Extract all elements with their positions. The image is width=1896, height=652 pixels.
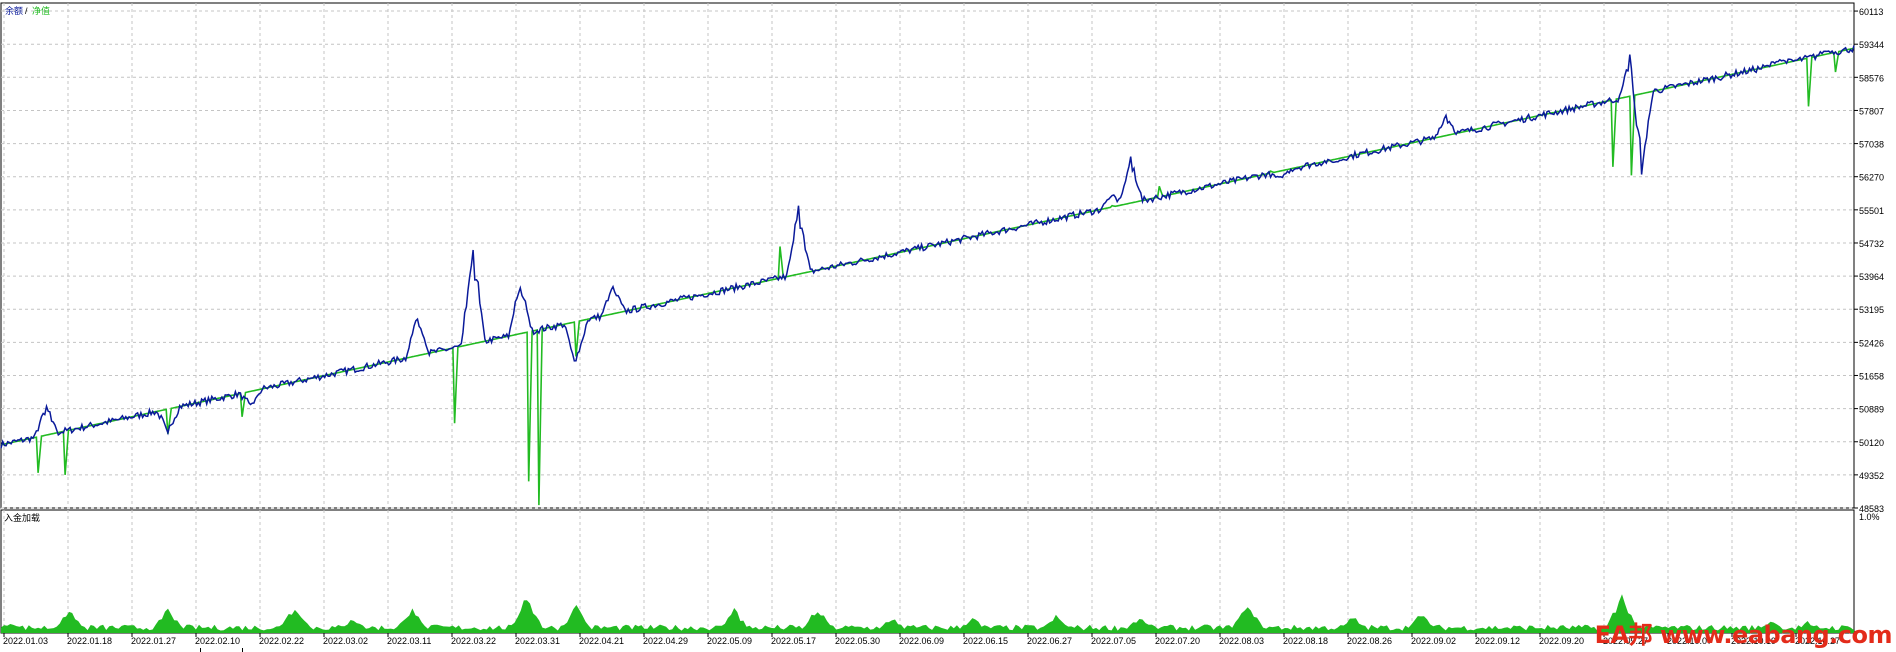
- indicator-max-label: 1.0%: [1859, 512, 1880, 522]
- x-tick-label: 2022.01.03: [3, 636, 48, 646]
- x-tick-label: 2022.08.03: [1219, 636, 1264, 646]
- y-tick-label: 57807: [1859, 106, 1884, 116]
- y-tick-label: 58576: [1859, 73, 1884, 83]
- x-tick-label: 2022.02.10: [195, 636, 240, 646]
- watermark-text: EA邦 www.eabang.com: [1594, 621, 1893, 649]
- x-tick-label: 2022.08.18: [1283, 636, 1328, 646]
- y-tick-label: 51658: [1859, 371, 1884, 381]
- x-tick-label: 2022.03.02: [323, 636, 368, 646]
- y-tick-label: 54732: [1859, 239, 1884, 249]
- x-tick-label: 2022.06.15: [963, 636, 1008, 646]
- y-tick-label: 52426: [1859, 338, 1884, 348]
- y-tick-label: 49352: [1859, 471, 1884, 481]
- y-tick-label: 50120: [1859, 438, 1884, 448]
- x-tick-label: 2022.03.22: [451, 636, 496, 646]
- x-tick-label: 2022.01.18: [67, 636, 112, 646]
- indicator-panel-frame: [0, 509, 1855, 634]
- x-tick-label: 2022.03.11: [387, 636, 431, 646]
- y-tick-label: 50889: [1859, 405, 1884, 415]
- main-panel: 60113 59344 58576 57807 57038 56270 55501 54732…: [0, 2, 1884, 514]
- x-tick-label: 2022.09.02: [1411, 636, 1456, 646]
- x-tick-label: 2022.06.09: [899, 636, 944, 646]
- x-tick-label: 2022.04.21: [579, 636, 624, 646]
- x-tick-label: 2022.02.22: [259, 636, 304, 646]
- x-tick-label: 2022.07.05: [1091, 636, 1136, 646]
- legend-equity-label: 净值: [32, 5, 50, 16]
- x-tick-label: 2022.01.27: [131, 636, 176, 646]
- x-tick-label: 2022.06.27: [1027, 636, 1072, 646]
- x-tick-label: 2022.07.20: [1155, 636, 1200, 646]
- x-tick-label: 2022.05.30: [835, 636, 880, 646]
- x-tick-label: 2022.05.09: [707, 636, 752, 646]
- y-tick-label: 57038: [1859, 140, 1884, 150]
- x-tick-label: 2022.09.20: [1539, 636, 1584, 646]
- y-tick-label: 56270: [1859, 173, 1884, 183]
- y-tick-label: 53195: [1859, 305, 1884, 315]
- x-tick-label: 2022.09.12: [1475, 636, 1520, 646]
- y-tick-label: 59344: [1859, 40, 1884, 50]
- x-tick-label: 2022.05.17: [771, 636, 816, 646]
- x-tick-label: 2022.03.31: [515, 636, 560, 646]
- x-tick-label: 2022.04.29: [643, 636, 688, 646]
- x-tick-label: 2022.08.26: [1347, 636, 1392, 646]
- y-tick-label: 60113: [1859, 7, 1883, 17]
- scroll-divider-2: [242, 648, 243, 652]
- indicator-label: 入金加载: [4, 512, 40, 523]
- y-tick-label: 55501: [1859, 206, 1884, 216]
- legend: 余额 / 净值: [5, 5, 50, 16]
- y-axis: 60113 59344 58576 57807 57038 56270 55501 54732…: [1854, 7, 1884, 514]
- x-axis: 2022.01.03 2022.01.18 2022.01.27 2022.02.10…: [3, 633, 1840, 646]
- y-tick-label: 53964: [1859, 272, 1884, 282]
- main-panel-frame: [0, 2, 1855, 509]
- strategy-tester-graph: 60113 59344 58576 57807 57038 56270 55501 54732…: [0, 2, 1884, 652]
- scroll-divider: [200, 648, 201, 652]
- legend-balance-label: 余额: [5, 5, 23, 16]
